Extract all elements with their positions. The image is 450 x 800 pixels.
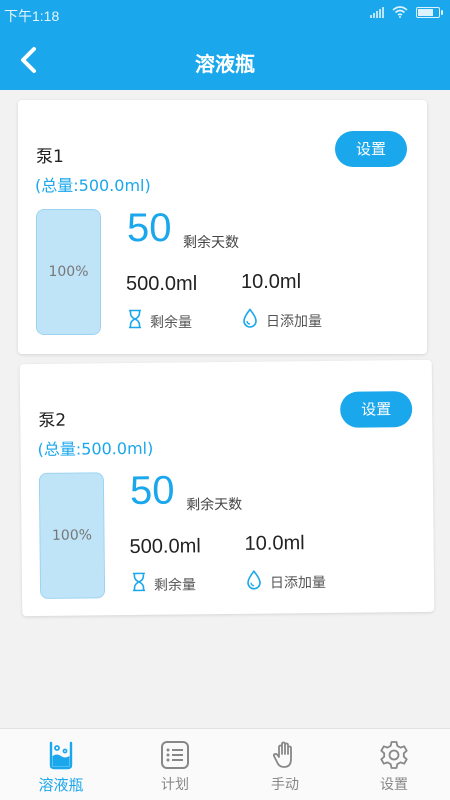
battery-icon: [416, 6, 443, 18]
tab-plan[interactable]: 计划: [119, 729, 231, 800]
list-icon: [161, 741, 189, 769]
status-icons: [370, 6, 443, 18]
bottle-level-indicator: 100%: [36, 209, 101, 335]
remaining-volume-label: 剩余量: [153, 577, 197, 594]
pump-settings-button[interactable]: 设置: [335, 131, 407, 167]
daily-add-value: 10.0ml: [244, 532, 305, 555]
pump-settings-button[interactable]: 设置: [339, 391, 413, 428]
water-drop-icon: [247, 569, 261, 590]
pump-card-2: 泵2 (总量:500.0ml) 设置 100% 50 剩余天数 500.0ml …: [19, 359, 435, 617]
hand-icon: [272, 741, 292, 768]
bottle-fill-percent: 100%: [51, 527, 93, 544]
hourglass-icon: [129, 309, 141, 329]
tab-label: 设置: [380, 777, 408, 793]
remaining-volume-value: 500.0ml: [126, 273, 198, 295]
daily-add-label: 日添加量: [269, 574, 327, 592]
remaining-volume-label: 剩余量: [150, 315, 192, 331]
tab-label: 计划: [161, 777, 189, 793]
status-time: 下午1:18: [4, 8, 60, 24]
bottom-tab-bar: 溶液瓶 计划 手动 设置: [0, 728, 450, 800]
remaining-volume-value: 500.0ml: [129, 535, 201, 559]
bottle-icon: [49, 741, 73, 770]
nav-bar: 溶液瓶: [0, 26, 450, 90]
signal-icon: [370, 6, 384, 18]
water-drop-icon: [243, 308, 257, 328]
bottle-fill-percent: 100%: [48, 264, 89, 280]
wifi-icon: [392, 6, 408, 18]
page-title: 溶液瓶: [195, 52, 255, 76]
pump-total: (总量:500.0ml): [37, 438, 154, 459]
top-bar: 下午1:18 溶液瓶: [0, 0, 450, 90]
bottle-level-indicator: 100%: [38, 472, 106, 599]
tab-manual[interactable]: 手动: [229, 729, 341, 800]
pump-card-1: 泵1 (总量:500.0ml) 设置 100% 50 剩余天数 500.0ml …: [18, 100, 427, 354]
status-bar: 下午1:18: [0, 0, 450, 26]
gear-icon: [380, 741, 408, 769]
daily-add-value: 10.0ml: [241, 271, 302, 293]
tab-label: 溶液瓶: [38, 776, 84, 794]
remaining-days-label: 剩余天数: [183, 235, 239, 251]
remaining-days-value: 50: [127, 206, 172, 250]
daily-add-label: 日添加量: [266, 314, 322, 330]
tab-settings[interactable]: 设置: [338, 729, 450, 800]
remaining-days-label: 剩余天数: [186, 496, 243, 514]
pump-name: 泵2: [38, 410, 67, 431]
tab-solution-bottle[interactable]: 溶液瓶: [5, 729, 117, 800]
hourglass-icon: [132, 572, 146, 592]
remaining-days-value: 50: [129, 468, 175, 514]
pump-name: 泵1: [36, 147, 64, 167]
tab-label: 手动: [271, 777, 299, 793]
pump-total: (总量:500.0ml): [35, 176, 151, 195]
